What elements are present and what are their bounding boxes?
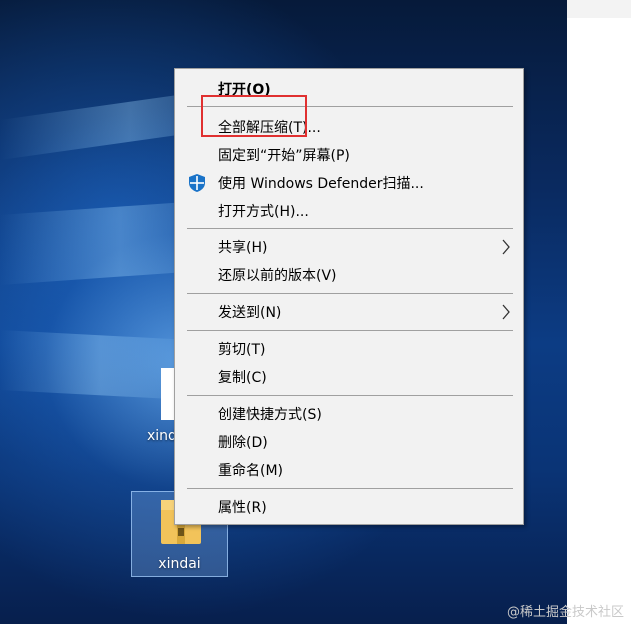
menu-item-defender-scan[interactable]: 使用 Windows Defender扫描...: [175, 169, 523, 197]
menu-item-rename[interactable]: 重命名(M): [175, 456, 523, 484]
desktop-file-icon[interactable]: xind: [141, 366, 177, 456]
menu-separator: [187, 488, 513, 489]
menu-separator: [187, 228, 513, 229]
menu-item-cut[interactable]: 剪切(T): [175, 335, 523, 363]
menu-item-label: 重命名(M): [218, 463, 284, 479]
menu-separator: [187, 330, 513, 331]
desktop-icon-label: xindai: [158, 556, 201, 572]
menu-item-properties[interactable]: 属性(R): [175, 493, 523, 521]
menu-item-share[interactable]: 共享(H): [175, 233, 523, 261]
menu-item-copy[interactable]: 复制(C): [175, 363, 523, 391]
menu-item-label: 复制(C): [218, 370, 267, 386]
menu-item-label: 还原以前的版本(V): [218, 268, 337, 284]
windows-defender-shield-icon: [189, 174, 205, 192]
menu-item-label: 打开方式(H)...: [218, 204, 309, 220]
menu-item-label: 创建快捷方式(S): [218, 407, 322, 423]
watermark: @稀土掘金技术社区: [507, 605, 625, 620]
menu-item-label: 删除(D): [218, 435, 268, 451]
adjacent-window-titlebar: [567, 0, 631, 18]
menu-item-label: 发送到(N): [218, 305, 282, 321]
annotation-highlight-box: [201, 95, 307, 137]
menu-item-label: 属性(R): [218, 500, 267, 516]
menu-item-pin-to-start[interactable]: 固定到“开始”屏幕(P): [175, 141, 523, 169]
menu-item-open-with[interactable]: 打开方式(H)...: [175, 197, 523, 225]
adjacent-window-area: [567, 0, 631, 624]
menu-separator: [187, 395, 513, 396]
menu-item-delete[interactable]: 删除(D): [175, 428, 523, 456]
chevron-right-icon: [502, 304, 510, 320]
menu-item-label: 剪切(T): [218, 342, 266, 358]
menu-item-send-to[interactable]: 发送到(N): [175, 298, 523, 326]
menu-item-restore-previous-versions[interactable]: 还原以前的版本(V): [175, 261, 523, 289]
menu-separator: [187, 293, 513, 294]
desktop-icon-label: xind: [147, 428, 177, 444]
menu-item-create-shortcut[interactable]: 创建快捷方式(S): [175, 400, 523, 428]
chevron-right-icon: [502, 239, 510, 255]
menu-item-label: 固定到“开始”屏幕(P): [218, 148, 350, 164]
menu-item-label: 共享(H): [218, 240, 268, 256]
screenshot-root: xind xindai 打开(O) 全部解压缩(T)... 固定到“开始”屏幕(…: [0, 0, 631, 624]
menu-item-label: 使用 Windows Defender扫描...: [218, 176, 424, 192]
